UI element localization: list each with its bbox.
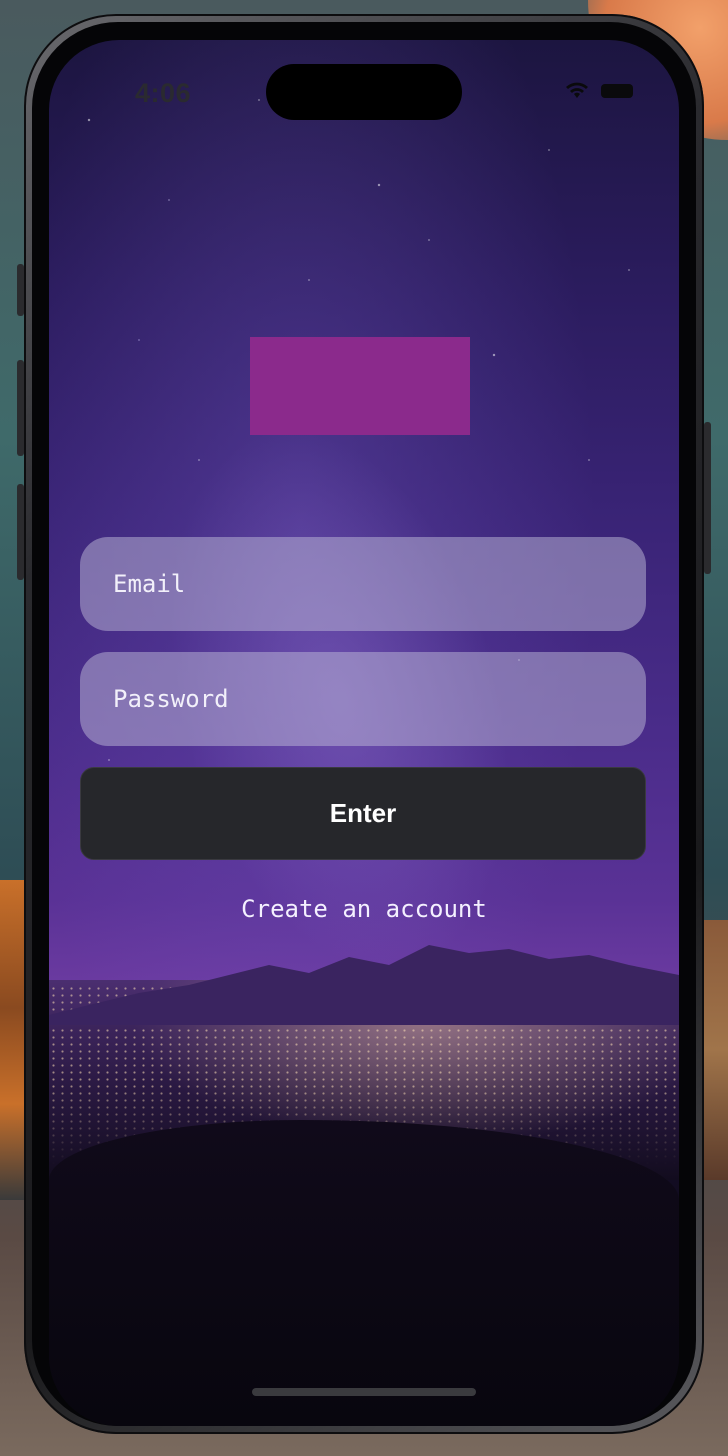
- enter-button[interactable]: Enter: [80, 767, 646, 860]
- volume-up-button: [17, 360, 24, 456]
- mountain-silhouette: [49, 945, 679, 1025]
- status-icons: [565, 82, 633, 100]
- home-indicator[interactable]: [252, 1388, 476, 1396]
- phone-screen: 4:06 Enter Create an account: [49, 40, 679, 1426]
- foreground-hill: [49, 1120, 679, 1426]
- dynamic-island: [266, 64, 462, 120]
- power-button: [704, 422, 711, 574]
- wifi-icon: [566, 82, 588, 98]
- password-field[interactable]: [80, 652, 646, 746]
- silent-switch: [17, 264, 24, 316]
- battery-icon: [601, 84, 633, 98]
- status-time: 4:06: [135, 78, 192, 108]
- create-account-link[interactable]: Create an account: [49, 895, 679, 923]
- volume-down-button: [17, 484, 24, 580]
- email-field[interactable]: [80, 537, 646, 631]
- app-logo: [250, 337, 470, 435]
